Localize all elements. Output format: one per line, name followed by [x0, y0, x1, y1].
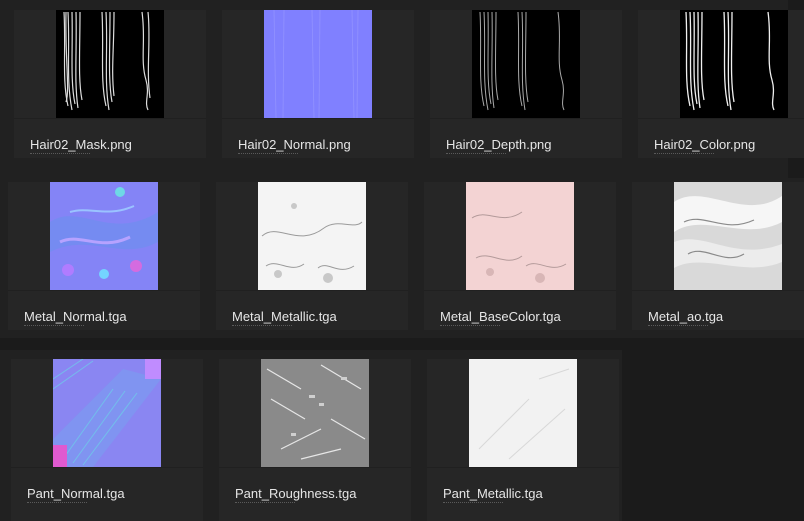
file-card-hair02-color[interactable]: Hair02_Color.png [638, 10, 804, 158]
card-divider [219, 467, 411, 468]
metallic-map-thumbnail [258, 182, 366, 290]
hair-color-thumbnail [680, 10, 788, 118]
card-divider [8, 290, 200, 291]
file-card-metal-normal[interactable]: Metal_Normal.tga [8, 182, 200, 330]
file-card-metal-ao[interactable]: Metal_ao.tga [632, 182, 804, 330]
file-meta-placeholder [648, 325, 708, 329]
file-card-metal-basecolor[interactable]: Metal_BaseColor.tga [424, 182, 616, 330]
file-name-label: Metal_Normal.tga [24, 309, 127, 324]
card-divider [216, 290, 408, 291]
card-divider [14, 118, 206, 119]
file-meta-placeholder [654, 153, 714, 157]
file-name-label: Hair02_Color.png [654, 137, 756, 152]
card-divider [222, 118, 414, 119]
file-name-label: Metal_Metallic.tga [232, 309, 337, 324]
hair-depth-thumbnail [472, 10, 580, 118]
file-meta-placeholder [443, 502, 503, 506]
file-meta-placeholder [440, 325, 500, 329]
normal-map-thumbnail [50, 182, 158, 290]
file-card-pant-metallic[interactable]: Pant_Metallic.tga [427, 359, 619, 521]
file-meta-placeholder [235, 502, 295, 506]
file-meta-placeholder [446, 153, 506, 157]
card-divider [11, 467, 203, 468]
file-meta-placeholder [232, 325, 292, 329]
file-name-label: Metal_ao.tga [648, 309, 724, 324]
file-name-label: Pant_Metallic.tga [443, 486, 543, 501]
file-meta-placeholder [27, 502, 87, 506]
ao-map-thumbnail [674, 182, 782, 290]
card-divider [638, 118, 804, 119]
hair-mask-thumbnail [56, 10, 164, 118]
normal-map-thumbnail [53, 359, 161, 467]
metallic-map-thumbnail [469, 359, 577, 467]
card-divider [430, 118, 622, 119]
file-card-hair02-normal[interactable]: Hair02_Normal.png [222, 10, 414, 158]
file-card-metal-metallic[interactable]: Metal_Metallic.tga [216, 182, 408, 330]
roughness-map-thumbnail [261, 359, 369, 467]
file-meta-placeholder [30, 153, 90, 157]
file-card-pant-normal[interactable]: Pant_Normal.tga [11, 359, 203, 521]
card-divider [424, 290, 616, 291]
file-card-hair02-mask[interactable]: Hair02_Mask.png [14, 10, 206, 158]
file-name-label: Hair02_Mask.png [30, 137, 132, 152]
card-divider [427, 467, 619, 468]
file-card-hair02-depth[interactable]: Hair02_Depth.png [430, 10, 622, 158]
file-meta-placeholder [238, 153, 298, 157]
file-name-label: Pant_Normal.tga [27, 486, 125, 501]
file-name-label: Pant_Roughness.tga [235, 486, 357, 501]
file-name-label: Metal_BaseColor.tga [440, 309, 561, 324]
card-divider [632, 290, 804, 291]
file-card-pant-roughness[interactable]: Pant_Roughness.tga [219, 359, 411, 521]
basecolor-map-thumbnail [466, 182, 574, 290]
file-name-label: Hair02_Depth.png [446, 137, 552, 152]
file-meta-placeholder [24, 325, 84, 329]
file-name-label: Hair02_Normal.png [238, 137, 351, 152]
normal-map-thumbnail [264, 10, 372, 118]
